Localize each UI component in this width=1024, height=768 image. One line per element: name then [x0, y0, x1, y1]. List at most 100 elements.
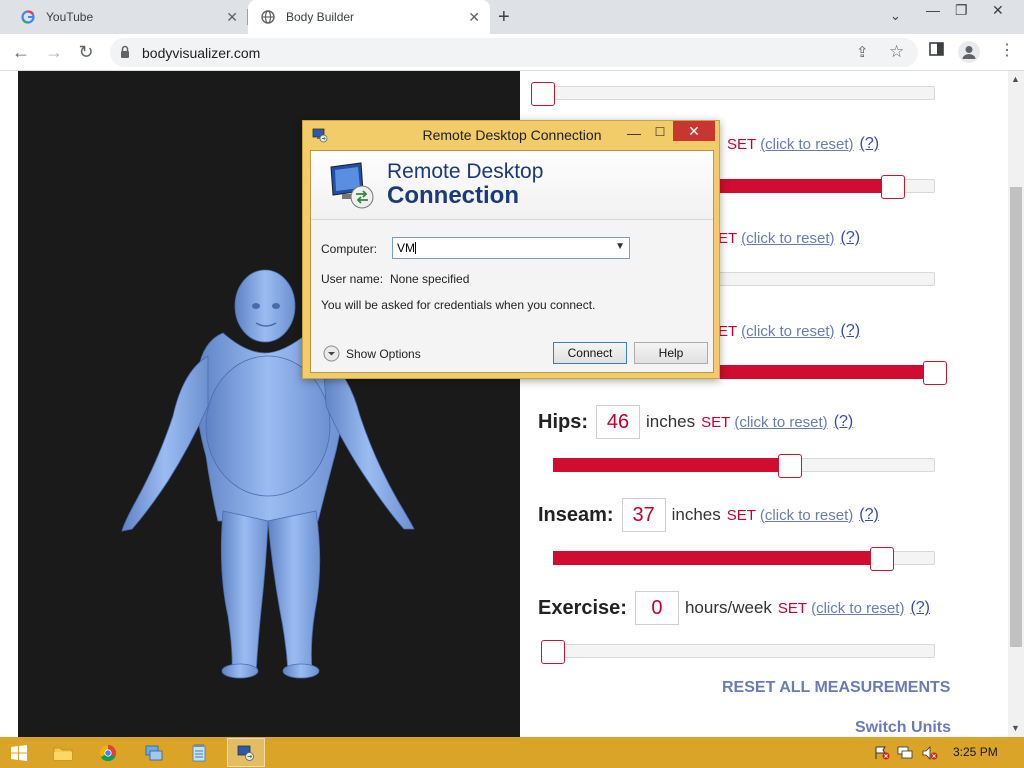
start-button[interactable] [0, 738, 38, 767]
hips-input[interactable]: 46 [596, 405, 640, 439]
help-link[interactable]: (?) [841, 229, 861, 247]
close-tab-icon[interactable]: ✕ [226, 9, 238, 25]
username-label: User name: [321, 272, 384, 286]
minimize-icon[interactable]: — [926, 2, 940, 18]
reset-link[interactable]: (click to reset) [741, 323, 834, 340]
tab-strip: YouTube ✕ Body Builder ✕ + ⌄ — ❐ ✕ [0, 0, 1024, 36]
google-g-icon [20, 9, 36, 25]
dialog-body: Remote Desktop Connection Computer: VM ▼… [310, 150, 714, 373]
reset-all-measurements-button[interactable]: RESET ALL MEASUREMENTS [722, 679, 950, 697]
dialog-banner: Remote Desktop Connection [311, 151, 713, 220]
tab-title: YouTube [46, 10, 94, 24]
scrollbar-thumb[interactable] [1010, 187, 1022, 647]
computer-value: VM [397, 241, 415, 255]
slider-thumb[interactable] [880, 175, 905, 199]
banner-title-line1: Remote Desktop [387, 160, 544, 183]
remote-desktop-monitor-icon [330, 162, 374, 209]
tab-body-builder[interactable]: Body Builder ✕ [248, 0, 490, 36]
tab-search-chevron-icon[interactable]: ⌄ [890, 8, 901, 24]
show-options-toggle[interactable]: Show Options [323, 345, 421, 362]
windows-taskbar: 3:25 PM [0, 737, 1024, 768]
banner-title-line2: Connection [387, 182, 519, 209]
inseam-slider[interactable] [553, 547, 935, 571]
inseam-input[interactable]: 37 [621, 498, 666, 532]
slider-fill [553, 458, 790, 472]
help-link[interactable]: (?) [860, 135, 880, 153]
exercise-input[interactable]: 0 [634, 591, 679, 625]
help-link[interactable]: (?) [834, 413, 854, 431]
new-tab-button[interactable]: + [498, 6, 510, 29]
help-link[interactable]: (?) [859, 506, 879, 524]
reset-link[interactable]: (click to reset) [760, 507, 853, 524]
slider-thumb[interactable] [531, 82, 555, 106]
slider-thumb[interactable] [869, 547, 894, 571]
unit-label: hours/week [684, 598, 772, 617]
chrome-icon [99, 744, 117, 761]
bookmark-star-icon[interactable]: ☆ [889, 42, 904, 62]
tab-youtube[interactable]: YouTube ✕ [8, 0, 248, 34]
help-link[interactable]: (?) [841, 322, 861, 340]
restore-icon[interactable]: ❐ [955, 2, 968, 19]
slider-thumb[interactable] [923, 361, 947, 385]
close-window-icon[interactable]: ✕ [992, 2, 1004, 19]
switch-units-button[interactable]: Switch Units [855, 719, 951, 737]
close-tab-icon[interactable]: ✕ [468, 9, 480, 25]
taskbar-clock[interactable]: 3:25 PM [953, 745, 998, 759]
measurement-row-hips: Hips: 46 inches SET (click to reset) (?) [538, 405, 854, 439]
url-text: bodyvisualizer.com [142, 45, 261, 61]
slider-thumb[interactable] [541, 640, 565, 664]
computer-combobox[interactable]: VM ▼ [392, 237, 630, 259]
set-label: ET [718, 229, 738, 247]
help-link[interactable]: (?) [910, 599, 930, 617]
chrome-button[interactable] [89, 738, 127, 767]
network-button[interactable] [135, 738, 173, 767]
measurement-row-exercise: Exercise: 0 hours/week SET (click to res… [538, 591, 930, 625]
unit-label: inches [671, 505, 721, 524]
minimize-icon[interactable]: — [621, 125, 647, 143]
tab-title: Body Builder [286, 10, 355, 24]
dialog-form: Computer: VM ▼ User name: None specified… [311, 220, 713, 372]
measurement-row-partial: ET (click to reset) (?) [718, 321, 860, 341]
maximize-icon[interactable]: ☐ [647, 125, 673, 143]
address-bar[interactable]: bodyvisualizer.com ⇪ ☆ [110, 38, 918, 67]
measurement-slider[interactable] [531, 82, 935, 106]
show-options-label: Show Options [346, 346, 421, 361]
set-label: SET [727, 135, 757, 153]
connect-button[interactable]: Connect [553, 342, 627, 364]
remote-desktop-taskbar-button[interactable] [227, 738, 265, 767]
lock-icon [121, 45, 129, 58]
hips-slider[interactable] [553, 454, 935, 478]
exercise-slider[interactable] [541, 640, 935, 664]
profile-avatar-icon[interactable] [958, 41, 980, 63]
computer-label: Computer: [321, 242, 378, 256]
help-button[interactable]: Help [634, 342, 708, 364]
scroll-up-arrow-icon[interactable]: ▲ [1011, 74, 1020, 84]
reset-link[interactable]: (click to reset) [734, 414, 827, 431]
page-scrollbar[interactable]: ▲ ▼ [1008, 71, 1024, 737]
slider-thumb[interactable] [777, 454, 802, 478]
scroll-down-arrow-icon[interactable]: ▼ [1011, 723, 1020, 733]
globe-icon [260, 9, 276, 25]
notepad-button[interactable] [180, 738, 218, 767]
file-explorer-button[interactable] [44, 738, 82, 767]
close-icon[interactable]: ✕ [673, 121, 715, 141]
reset-link[interactable]: (click to reset) [811, 600, 904, 617]
reset-link[interactable]: (click to reset) [760, 136, 853, 153]
remote-desktop-dialog[interactable]: Remote Desktop Connection — ☐ ✕ Remote D… [302, 120, 720, 379]
chevron-down-icon[interactable]: ▼ [615, 241, 625, 252]
share-icon[interactable]: ⇪ [856, 43, 869, 61]
reset-link[interactable]: (click to reset) [741, 230, 834, 247]
reload-icon[interactable]: ↻ [74, 40, 98, 64]
forward-arrow-icon[interactable]: → [42, 40, 66, 64]
notepad-icon [192, 743, 206, 761]
slider-track [543, 86, 935, 100]
dialog-titlebar[interactable]: Remote Desktop Connection — ☐ ✕ [303, 121, 721, 149]
measurement-row-partial: SET (click to reset) (?) [727, 134, 879, 154]
network-tray-icon[interactable] [897, 746, 915, 765]
volume-muted-icon[interactable] [922, 746, 938, 765]
back-arrow-icon[interactable]: ← [9, 40, 33, 64]
side-panel-icon[interactable] [929, 42, 944, 60]
file-explorer-icon [53, 747, 73, 760]
menu-kebab-icon[interactable]: ⋮ [999, 40, 1015, 60]
action-center-flag-icon[interactable] [874, 746, 890, 765]
